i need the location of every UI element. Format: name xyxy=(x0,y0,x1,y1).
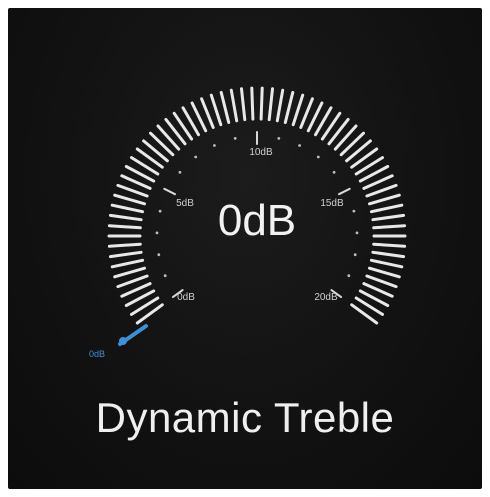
outer-tick xyxy=(113,193,146,206)
minor-tick xyxy=(213,144,216,147)
scale-label-20db: 20dB xyxy=(314,292,338,303)
outer-tick xyxy=(259,86,264,121)
major-tick xyxy=(163,187,176,196)
minor-tick xyxy=(194,155,198,159)
minor-tick xyxy=(157,253,161,257)
outer-tick xyxy=(369,258,404,269)
outer-tick xyxy=(372,242,407,248)
outer-tick xyxy=(365,274,398,289)
outer-tick xyxy=(250,86,255,121)
minor-tick xyxy=(347,274,351,278)
outer-tick xyxy=(240,87,247,122)
minor-tick xyxy=(316,155,320,159)
outer-tick xyxy=(291,93,305,127)
minor-tick xyxy=(178,170,182,174)
dynamic-treble-control[interactable]: 0dB 5dB 10dB 15dB 20dB 0dB 0dB Dynamic T… xyxy=(8,8,482,489)
outer-tick xyxy=(110,258,145,269)
scale-label-0db: 0dB xyxy=(177,292,195,303)
scale-label-15db: 15dB xyxy=(320,198,344,209)
scale-label-5db: 5dB xyxy=(176,198,194,209)
minor-tick xyxy=(158,209,162,213)
outer-tick xyxy=(368,266,401,279)
outer-tick xyxy=(209,93,223,127)
minor-tick xyxy=(298,144,301,147)
outer-tick xyxy=(108,213,143,222)
outer-tick xyxy=(275,88,285,123)
outer-tick xyxy=(108,250,143,259)
outer-tick xyxy=(365,183,398,198)
outer-tick xyxy=(110,203,145,214)
outer-tick xyxy=(116,274,149,289)
outer-tick xyxy=(149,131,175,157)
scale-label-10db: 10dB xyxy=(249,147,273,158)
outer-tick xyxy=(339,131,365,157)
minor-tick xyxy=(352,209,356,213)
outer-tick xyxy=(267,87,274,122)
outer-tick xyxy=(219,90,231,124)
outer-tick xyxy=(368,193,401,206)
level-indicator[interactable] xyxy=(118,324,148,346)
outer-tick xyxy=(371,250,406,259)
outer-tick xyxy=(369,203,404,214)
minor-tick xyxy=(332,170,336,174)
minor-tick xyxy=(163,274,167,278)
minor-tick xyxy=(277,137,281,140)
current-value-readout: 0dB xyxy=(218,196,296,245)
outer-tick xyxy=(113,266,146,279)
outer-tick xyxy=(116,183,149,198)
major-tick xyxy=(338,187,351,196)
outer-tick xyxy=(371,213,406,222)
minor-tick xyxy=(355,231,359,235)
outer-tick xyxy=(372,224,407,230)
outer-tick xyxy=(107,242,142,248)
outer-tick xyxy=(107,224,142,230)
minor-tick xyxy=(353,253,357,257)
minor-tick xyxy=(233,137,237,140)
outer-tick xyxy=(283,90,295,124)
outer-tick xyxy=(229,88,239,123)
min-level-label: 0dB xyxy=(89,349,105,359)
control-title: Dynamic Treble xyxy=(95,394,395,441)
minor-tick xyxy=(155,231,159,235)
